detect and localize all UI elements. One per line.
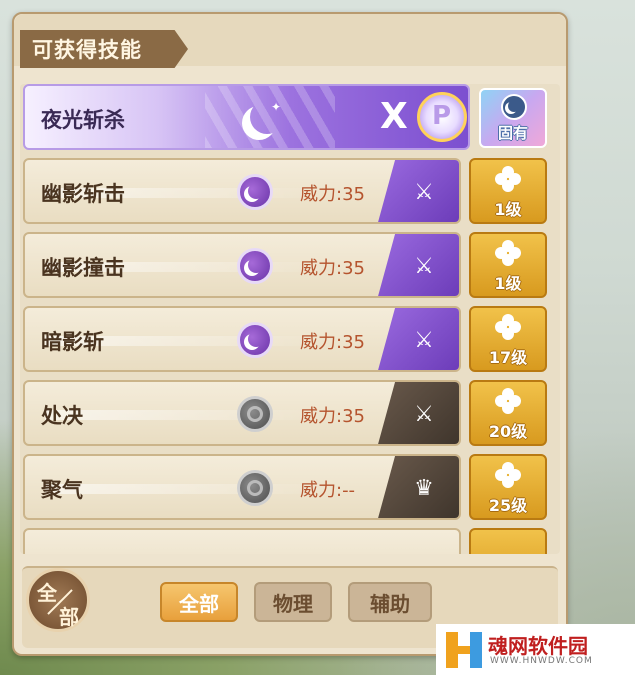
watermark-url: WWW.HNWDW.COM — [490, 656, 593, 666]
clover-icon — [495, 388, 521, 414]
level-badge — [469, 528, 547, 554]
skill-power: 威力:35 — [300, 406, 365, 427]
skills-panel: 可获得技能 夜光斩杀 ✦ X P 固有 幽影斩击 威力:35 ⚔ 1级 幽影撞击… — [12, 12, 568, 656]
clover-icon — [495, 462, 521, 488]
skill-card[interactable]: 幽影斩击 威力:35 ⚔ — [23, 158, 461, 224]
level-label: 25级 — [488, 496, 528, 515]
skill-power: 威力:-- — [300, 480, 356, 501]
watermark-name: 魂网软件园 — [488, 634, 588, 658]
level-label: 1级 — [494, 200, 522, 219]
skill-row[interactable] — [23, 528, 553, 554]
skill-card[interactable]: 聚气 威力:-- ♛ — [23, 454, 461, 520]
skill-row[interactable]: 幽影撞击 威力:35 ⚔ 1级 — [23, 232, 553, 298]
clover-icon — [495, 314, 521, 340]
type-zone: ⚔ — [377, 308, 459, 370]
level-badge: 17级 — [469, 306, 547, 372]
innate-badge: 固有 — [479, 88, 547, 148]
sword-icon: ⚔ — [414, 402, 434, 427]
skill-row[interactable]: 暗影斩 威力:35 ⚔ 17级 — [23, 306, 553, 372]
watermark-logo-icon — [446, 632, 482, 668]
filter-circle-top: 全 — [37, 581, 57, 605]
filter-all-circle-button[interactable]: 全 部 — [26, 568, 90, 632]
skill-row[interactable]: 处决 威力:35 ⚔ 20级 — [23, 380, 553, 446]
innate-label: 固有 — [497, 124, 528, 142]
featured-skill-name: 夜光斩杀 — [41, 108, 125, 132]
xp-p-glyph: P — [432, 101, 452, 131]
skill-card[interactable]: 处决 威力:35 ⚔ — [23, 380, 461, 446]
tab-all[interactable]: 全部 — [160, 582, 238, 622]
xp-x-glyph: X — [380, 96, 408, 137]
gray-ring-icon — [237, 396, 273, 432]
level-badge: 20级 — [469, 380, 547, 446]
skill-power: 威力:35 — [300, 258, 365, 279]
xp-badge-icon: P — [417, 92, 467, 142]
gray-ring-icon — [237, 470, 273, 506]
skill-power: 威力:35 — [300, 184, 365, 205]
level-label: 17级 — [488, 348, 528, 367]
moon-icon: ✦ — [238, 92, 290, 144]
level-badge: 25级 — [469, 454, 547, 520]
skill-power: 威力:35 — [300, 332, 365, 353]
skill-name: 幽影斩击 — [41, 182, 125, 206]
filter-circle-bottom: 部 — [59, 605, 79, 629]
innate-moon-icon — [501, 94, 527, 120]
tab-physical[interactable]: 物理 — [254, 582, 332, 622]
skill-name: 处决 — [41, 404, 83, 428]
sword-icon: ⚔ — [414, 180, 434, 205]
skill-card[interactable]: 幽影撞击 威力:35 ⚔ — [23, 232, 461, 298]
watermark: 魂网软件园 WWW.HNWDW.COM — [436, 624, 635, 675]
crown-icon: ♛ — [414, 476, 434, 501]
level-badge: 1级 — [469, 232, 547, 298]
card-stripe — [45, 410, 325, 420]
purple-moon-icon — [237, 322, 273, 358]
purple-moon-icon — [237, 248, 273, 284]
level-badge: 1级 — [469, 158, 547, 224]
panel-title: 可获得技能 — [32, 38, 142, 62]
clover-icon — [495, 240, 521, 266]
skill-card[interactable]: 暗影斩 威力:35 ⚔ — [23, 306, 461, 372]
skill-row[interactable]: 聚气 威力:-- ♛ 25级 — [23, 454, 553, 520]
featured-skill-row[interactable]: 夜光斩杀 ✦ X P 固有 — [23, 84, 553, 150]
type-zone: ⚔ — [377, 234, 459, 296]
skill-name: 聚气 — [41, 478, 83, 502]
card-stripe — [45, 484, 325, 494]
skill-name: 暗影斩 — [41, 330, 104, 354]
type-zone: ♛ — [377, 456, 459, 518]
skill-list[interactable]: 夜光斩杀 ✦ X P 固有 幽影斩击 威力:35 ⚔ 1级 幽影撞击 威力:35… — [20, 84, 560, 554]
level-label: 1级 — [494, 274, 522, 293]
clover-icon — [495, 166, 521, 192]
skill-card[interactable] — [23, 528, 461, 554]
skill-row[interactable]: 幽影斩击 威力:35 ⚔ 1级 — [23, 158, 553, 224]
featured-skill-card[interactable]: 夜光斩杀 ✦ X P — [23, 84, 470, 150]
sword-icon: ⚔ — [414, 254, 434, 279]
sword-icon: ⚔ — [414, 328, 434, 353]
type-zone: ⚔ — [377, 382, 459, 444]
title-tab: 可获得技能 — [20, 30, 188, 68]
tab-support[interactable]: 辅助 — [348, 582, 432, 622]
skill-name: 幽影撞击 — [41, 256, 125, 280]
purple-moon-icon — [237, 174, 273, 210]
level-label: 20级 — [488, 422, 528, 441]
type-zone: ⚔ — [377, 160, 459, 222]
